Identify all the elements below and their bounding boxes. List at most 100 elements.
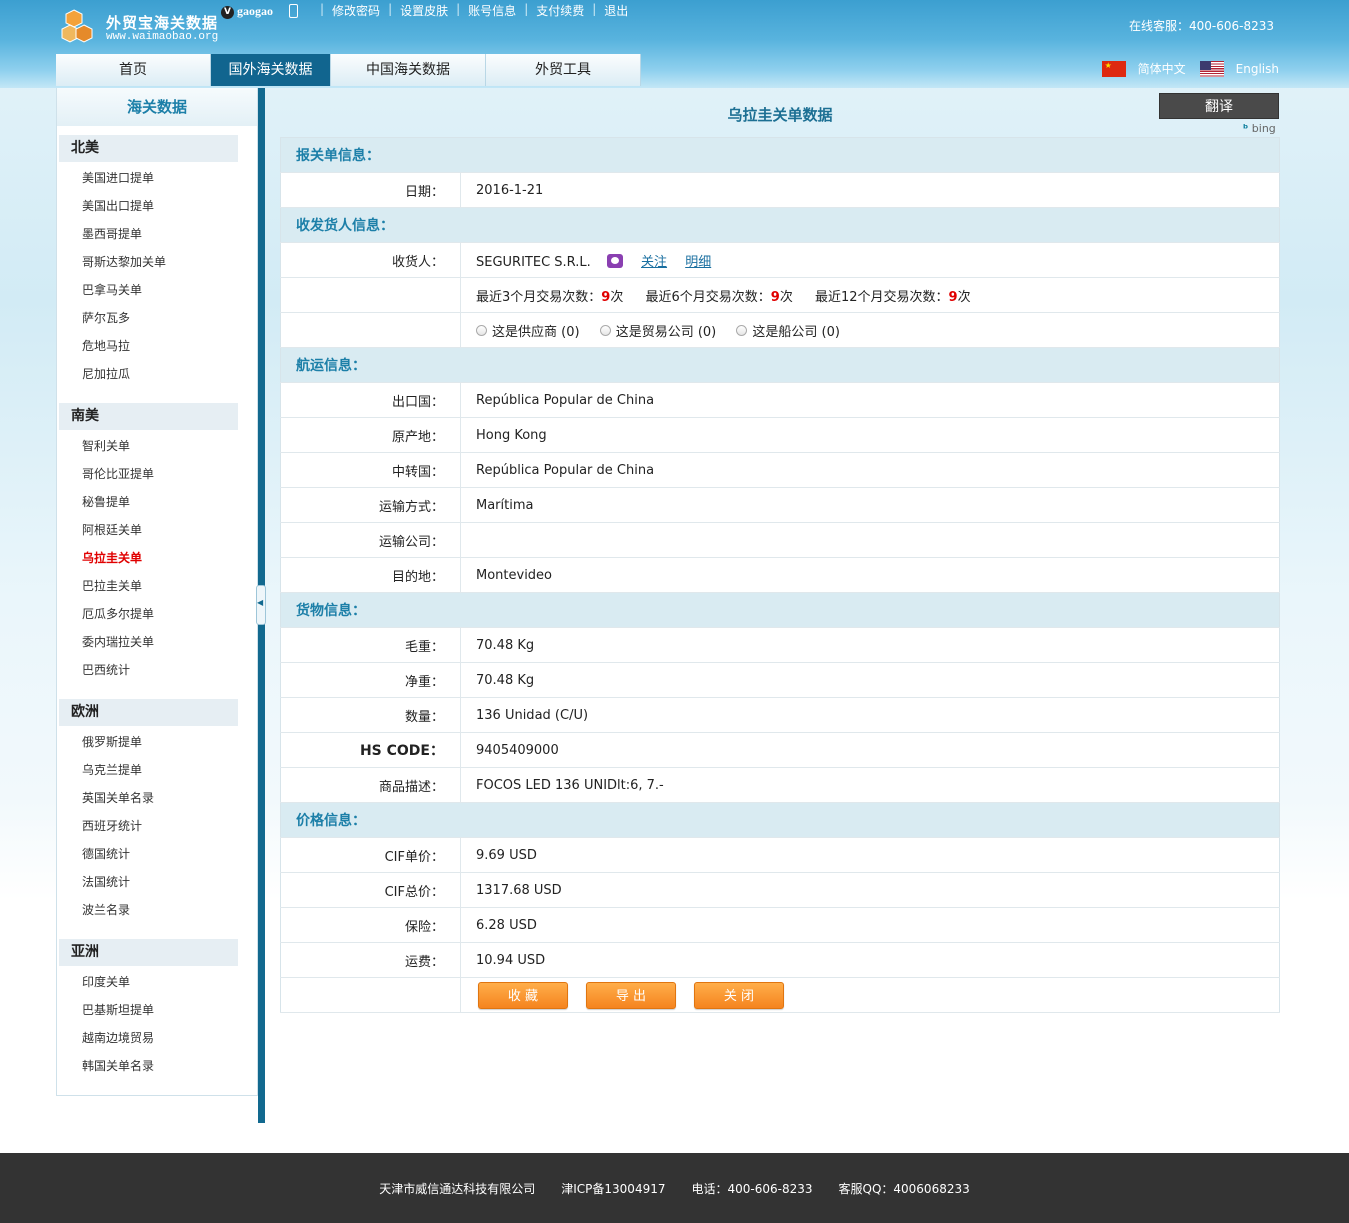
insurance: 6.28 USD	[460, 907, 1280, 943]
lang-english[interactable]: English	[1236, 62, 1279, 76]
table-row: 保险： 6.28 USD	[280, 907, 1280, 943]
table-row: CIF单价： 9.69 USD	[280, 837, 1280, 873]
sidebar-item[interactable]: 危地马拉	[57, 332, 257, 360]
date-value: 2016-1-21	[460, 172, 1280, 208]
gross-weight: 70.48 Kg	[460, 627, 1280, 663]
payment-link[interactable]: 支付续费	[536, 2, 584, 19]
sidebar-item[interactable]: 委内瑞拉关单	[57, 628, 257, 656]
trade-counts: 最近3个月交易次数：9次 最近6个月交易次数：9次 最近12个月交易次数：9次	[460, 277, 1280, 313]
sidebar-item[interactable]: 墨西哥提单	[57, 220, 257, 248]
logout-link[interactable]: 退出	[604, 2, 628, 19]
sidebar-item[interactable]: 智利关单	[57, 432, 257, 460]
sidebar-item[interactable]: 德国统计	[57, 840, 257, 868]
sidebar-item[interactable]: 阿根廷关单	[57, 516, 257, 544]
trade-3m-count: 9	[601, 289, 611, 305]
table-row: 最近3个月交易次数：9次 最近6个月交易次数：9次 最近12个月交易次数：9次	[280, 277, 1280, 313]
radio-circle-icon[interactable]	[599, 324, 611, 336]
transport-mode: Marítima	[460, 487, 1280, 523]
logo[interactable]: 外贸宝海关数据 www.waimaobao.org	[60, 8, 225, 46]
region-asia: 亚洲 印度关单 巴基斯坦提单 越南边境贸易 韩国关单名录	[57, 939, 257, 1086]
cif-total-price: 1317.68 USD	[460, 872, 1280, 908]
nav-china-customs[interactable]: 中国海关数据	[331, 54, 486, 86]
qq-chat-icon[interactable]	[606, 253, 623, 268]
collapse-sidebar-icon[interactable]	[256, 585, 266, 625]
mobile-phone-icon[interactable]	[289, 4, 298, 18]
region-header[interactable]: 亚洲	[59, 939, 238, 966]
freight: 10.94 USD	[460, 942, 1280, 978]
sidebar-item[interactable]: 哥伦比亚提单	[57, 460, 257, 488]
detail-link[interactable]: 明细	[685, 255, 711, 270]
bing-label: bing	[1251, 122, 1276, 135]
section-price: 价格信息：	[280, 802, 1280, 838]
nav-trade-tools[interactable]: 外贸工具	[486, 54, 641, 86]
region-north-america: 北美 美国进口提单 美国出口提单 墨西哥提单 哥斯达黎加关单 巴拿马关单 萨尔瓦…	[57, 135, 257, 394]
sidebar-item[interactable]: 越南边境贸易	[57, 1024, 257, 1052]
sidebar-item[interactable]: 韩国关单名录	[57, 1052, 257, 1080]
radio-circle-icon[interactable]	[476, 324, 487, 336]
sidebar-item[interactable]: 印度关单	[57, 968, 257, 996]
sidebar-item[interactable]: 萨尔瓦多	[57, 304, 257, 332]
sidebar-item[interactable]: 秘鲁提单	[57, 488, 257, 516]
logo-url: www.waimaobao.org	[106, 31, 219, 43]
hotline: 在线客服：400-606-8233	[1128, 19, 1274, 33]
bing-logo: ᵇ bing	[1243, 122, 1276, 135]
hs-code: 9405409000	[460, 732, 1280, 768]
export-button[interactable]: 导 出	[586, 981, 676, 1009]
sidebar-item[interactable]: 法国统计	[57, 868, 257, 896]
region-south-america: 南美 智利关单 哥伦比亚提单 秘鲁提单 阿根廷关单 乌拉圭关单 巴拉圭关单 厄瓜…	[57, 403, 257, 690]
radio-supplier[interactable]: 这是供应商 (0)	[476, 321, 580, 340]
table-row: 运输公司：	[280, 522, 1280, 558]
sidebar-item[interactable]: 美国出口提单	[57, 192, 257, 220]
trade-6m-count: 9	[770, 289, 780, 305]
sidebar-item[interactable]: 巴拉圭关单	[57, 572, 257, 600]
logo-title: 外贸宝海关数据	[106, 14, 219, 32]
us-flag-icon[interactable]	[1199, 60, 1224, 77]
close-button[interactable]: 关 闭	[694, 981, 784, 1009]
nav-foreign-customs[interactable]: 国外海关数据	[211, 54, 331, 86]
radio-circle-icon[interactable]	[736, 324, 748, 336]
sidebar-item[interactable]: 俄罗斯提单	[57, 728, 257, 756]
sidebar-item[interactable]: 巴基斯坦提单	[57, 996, 257, 1024]
sidebar-item[interactable]: 乌克兰提单	[57, 756, 257, 784]
radio-shipping-company[interactable]: 这是船公司 (0)	[736, 321, 840, 340]
sidebar-item[interactable]: 哥斯达黎加关单	[57, 248, 257, 276]
skin-settings-link[interactable]: 设置皮肤	[400, 2, 448, 19]
sidebar-item[interactable]: 巴西统计	[57, 656, 257, 684]
origin: Hong Kong	[460, 417, 1280, 453]
change-password-link[interactable]: 修改密码	[332, 2, 380, 19]
sidebar-item[interactable]: 厄瓜多尔提单	[57, 600, 257, 628]
footer-icp[interactable]: 津ICP备13004917	[561, 1180, 665, 1197]
destination: Montevideo	[460, 557, 1280, 593]
table-row: HS CODE： 9405409000	[280, 732, 1280, 768]
sidebar-item[interactable]: 尼加拉瓜	[57, 360, 257, 388]
follow-link[interactable]: 关注	[641, 255, 667, 270]
lang-chinese[interactable]: 简体中文	[1138, 60, 1186, 77]
transit-country: República Popular de China	[460, 452, 1280, 488]
sidebar-item[interactable]: 西班牙统计	[57, 812, 257, 840]
section-parties: 收发货人信息：	[280, 207, 1280, 243]
sidebar-item[interactable]: 巴拿马关单	[57, 276, 257, 304]
region-header[interactable]: 欧洲	[59, 699, 238, 726]
sidebar-item[interactable]: 美国进口提单	[57, 164, 257, 192]
table-row: 收 藏导 出关 闭	[280, 977, 1280, 1013]
sidebar-item-active[interactable]: 乌拉圭关单	[57, 544, 257, 572]
translate-button[interactable]: 翻译	[1159, 93, 1279, 119]
favorite-button[interactable]: 收 藏	[478, 981, 568, 1009]
radio-trading-company[interactable]: 这是贸易公司 (0)	[599, 321, 716, 340]
page-title: 乌拉圭关单数据	[727, 106, 833, 124]
account-info-link[interactable]: 账号信息	[468, 2, 516, 19]
table-row: 这是供应商 (0) 这是贸易公司 (0) 这是船公司 (0)	[280, 312, 1280, 348]
table-row: CIF总价： 1317.68 USD	[280, 872, 1280, 908]
date-label: 日期：	[280, 172, 461, 208]
footer-phone: 电话：400-606-8233	[691, 1181, 813, 1196]
net-weight: 70.48 Kg	[460, 662, 1280, 698]
sidebar-item[interactable]: 英国关单名录	[57, 784, 257, 812]
sidebar-item[interactable]: 波兰名录	[57, 896, 257, 924]
region-header[interactable]: 南美	[59, 403, 238, 430]
section-shipping: 航运信息：	[280, 347, 1280, 383]
china-flag-icon[interactable]	[1101, 60, 1126, 77]
region-header[interactable]: 北美	[59, 135, 238, 162]
nav-home[interactable]: 首页	[56, 54, 211, 86]
username[interactable]: gaogao	[237, 4, 273, 19]
table-row: 数量： 136 Unidad (C/U)	[280, 697, 1280, 733]
